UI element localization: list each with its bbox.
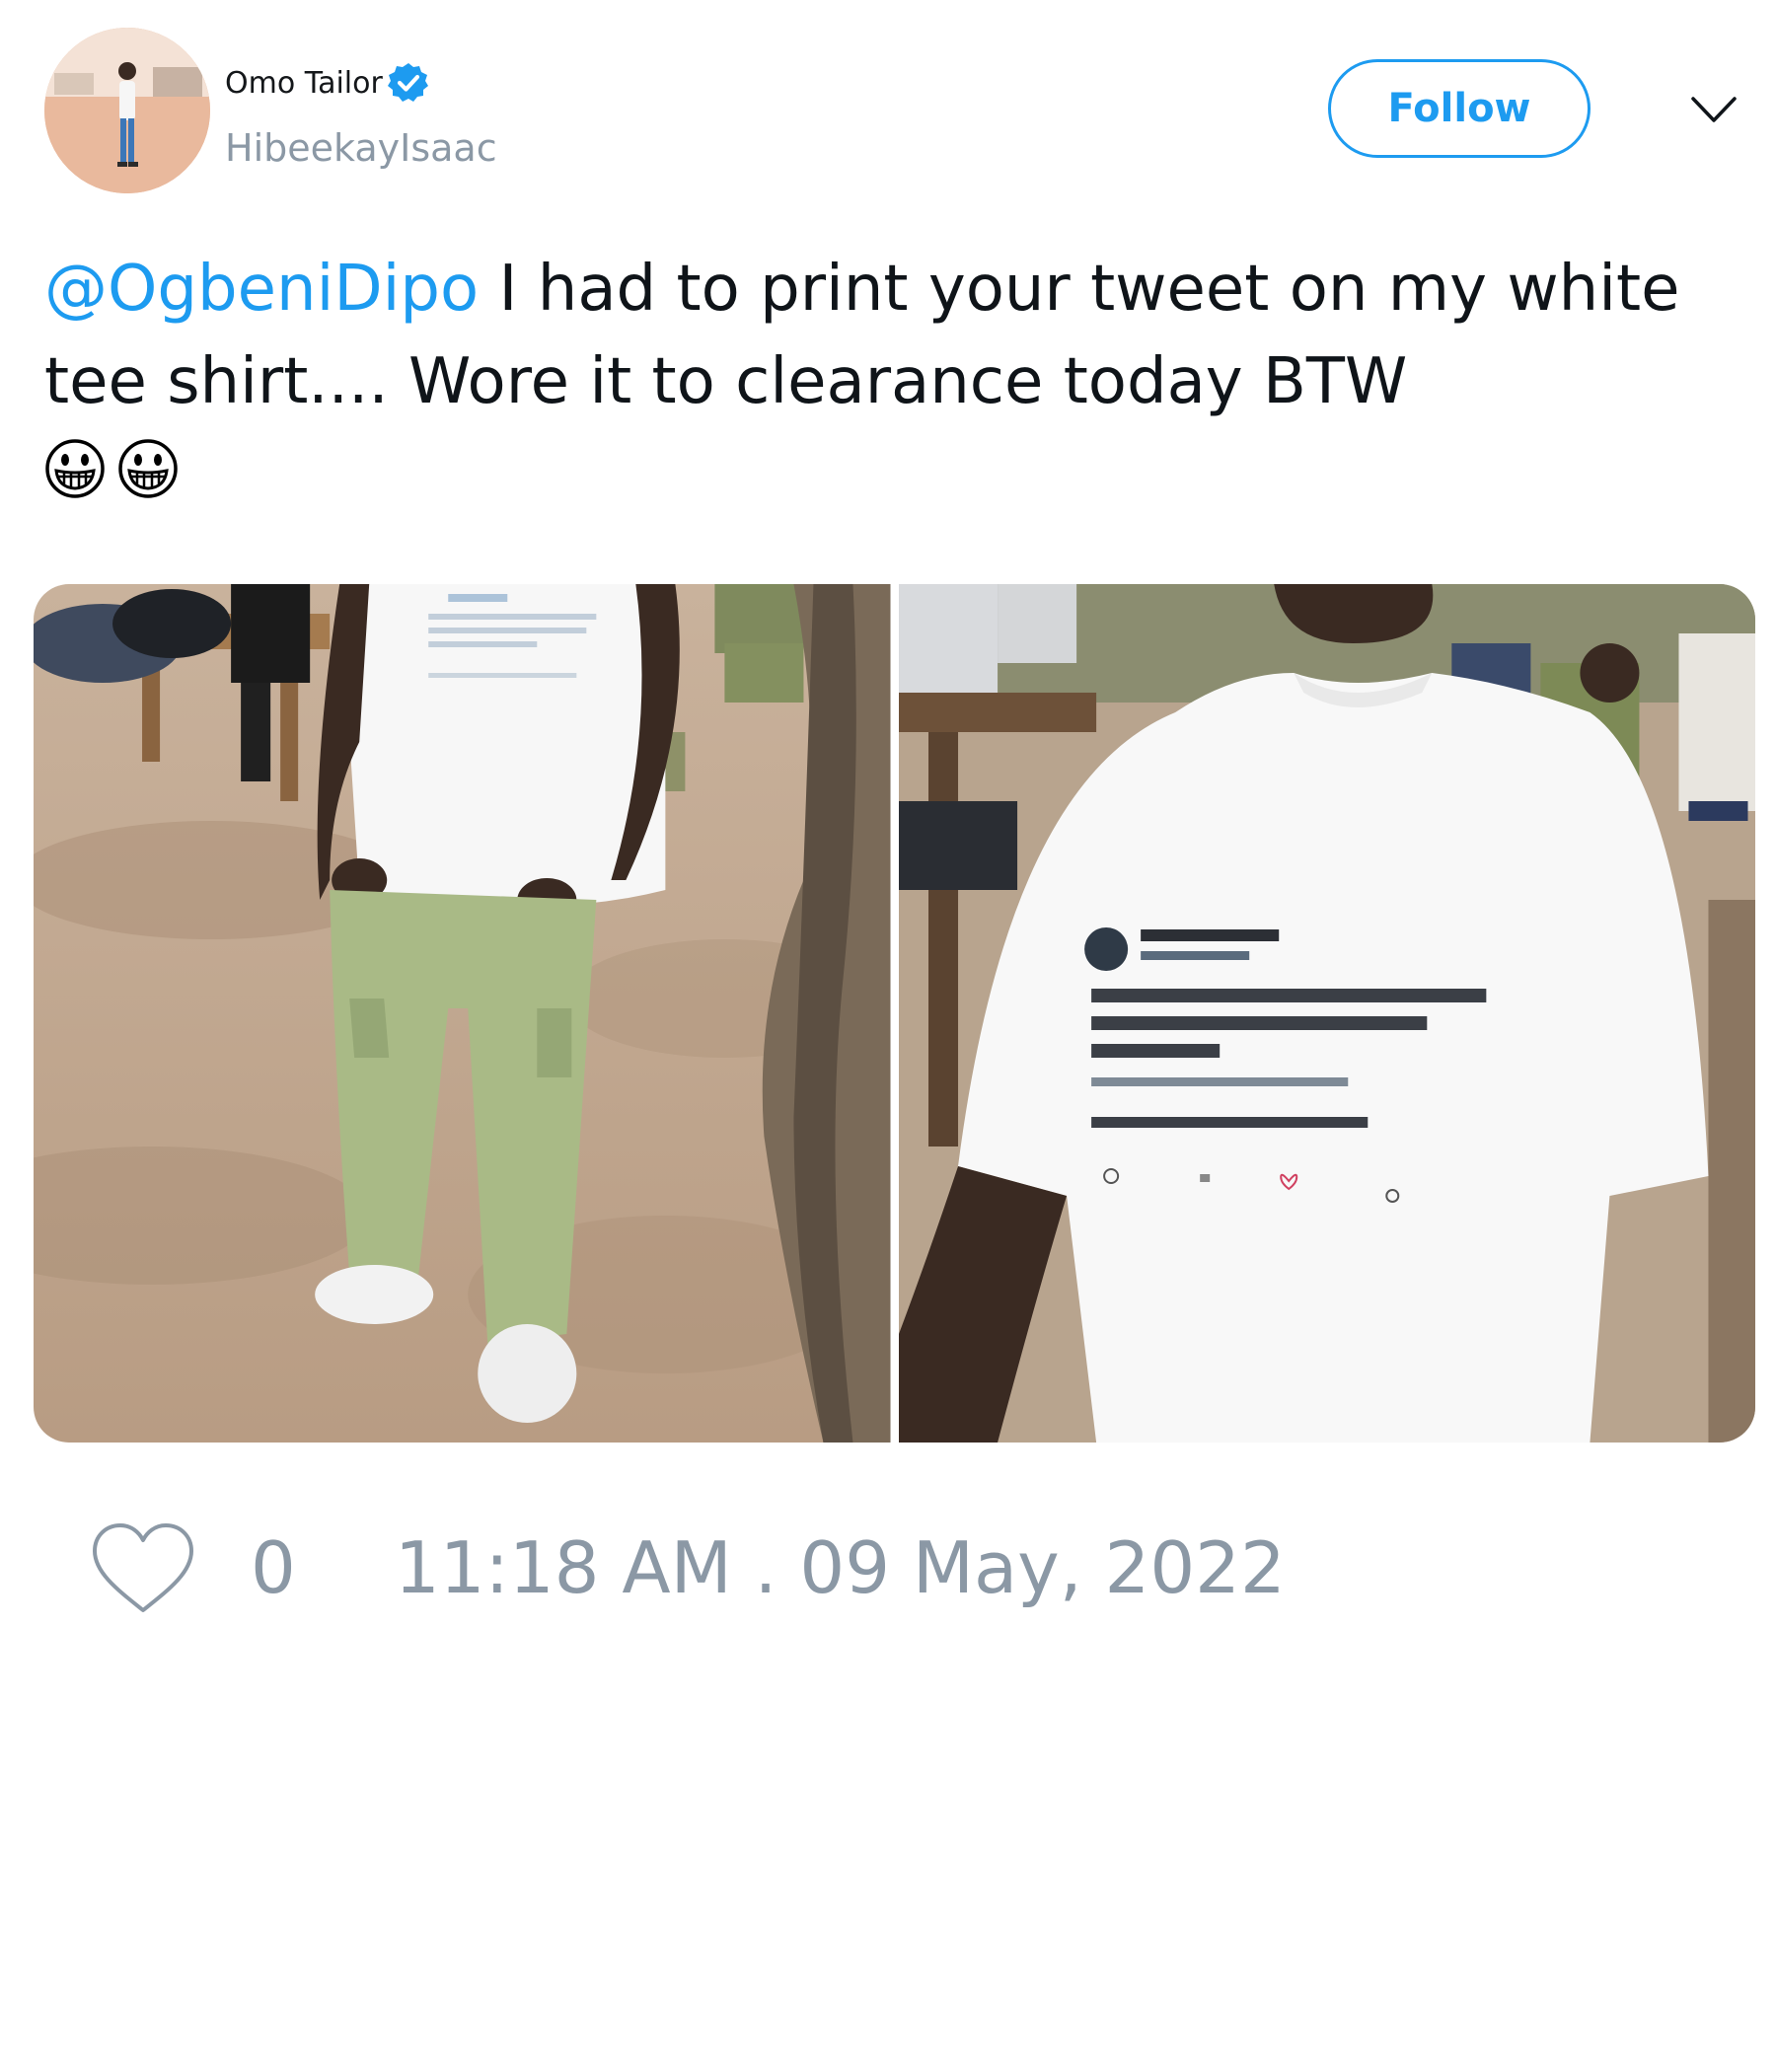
author-name-row[interactable]: Omo Tailor (225, 59, 430, 107)
tweet-card: Omo Tailor HibeekayIsaac Follow @OgbeniD… (0, 0, 1776, 2072)
follow-button[interactable]: Follow (1328, 59, 1591, 158)
tweet-text: @OgbeniDipo I had to print your tweet on… (44, 243, 1741, 499)
avatar[interactable] (44, 28, 210, 193)
like-count: 0 (251, 1526, 296, 1609)
photo-full-body[interactable] (34, 584, 891, 1443)
grinning-face-emoji-icon (44, 438, 106, 499)
author-display-name[interactable]: Omo Tailor (225, 66, 383, 101)
timestamp-link[interactable]: 11:18 AM . 09 May, 2022 (395, 1523, 1286, 1612)
heart-icon[interactable] (89, 1519, 197, 1618)
verified-badge-icon (387, 61, 430, 105)
photo-tshirt-closeup[interactable] (898, 584, 1755, 1443)
avatar-image (44, 28, 210, 193)
author-handle[interactable]: HibeekayIsaac (225, 126, 497, 170)
media-grid (34, 584, 1755, 1443)
grinning-face-emoji-icon (117, 438, 179, 499)
emoji-row (44, 438, 1741, 499)
mention-link[interactable]: @OgbeniDipo (44, 253, 479, 326)
chevron-down-icon[interactable] (1689, 91, 1739, 130)
